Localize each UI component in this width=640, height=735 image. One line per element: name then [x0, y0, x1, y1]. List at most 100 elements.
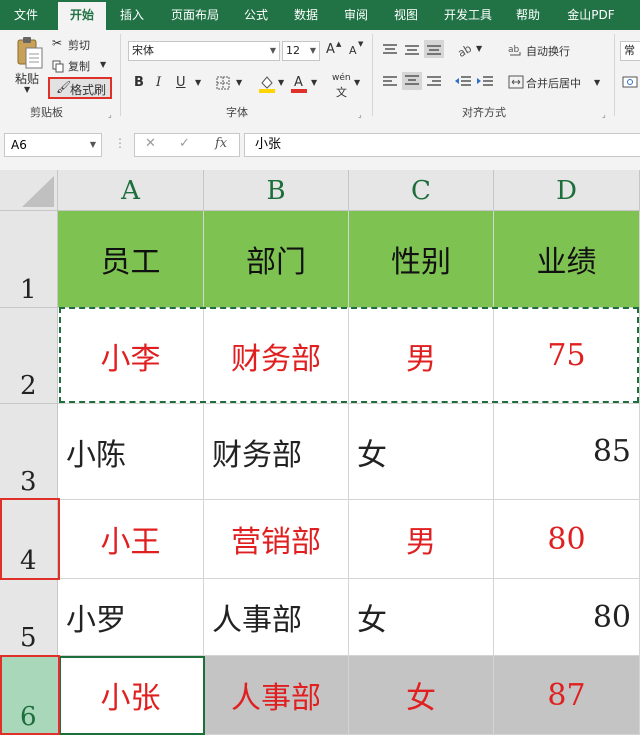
cell-a2[interactable]: 小李: [58, 308, 204, 404]
align-top-icon[interactable]: [382, 42, 398, 56]
phonetic-dropdown-icon[interactable]: ▼: [354, 78, 360, 87]
cell-d1[interactable]: 业绩: [494, 211, 640, 308]
enter-icon[interactable]: ✓: [179, 136, 190, 151]
font-launcher-icon[interactable]: ⌟: [358, 110, 362, 119]
font-name-select[interactable]: 宋体 ▼: [128, 41, 280, 61]
wrap-text-button[interactable]: 自动换行: [526, 43, 570, 59]
fill-color-icon[interactable]: [258, 73, 276, 93]
clipboard-group-label: 剪贴板: [30, 106, 63, 119]
align-right-icon[interactable]: [426, 74, 442, 88]
select-all-corner[interactable]: [0, 170, 58, 211]
merge-dropdown-icon[interactable]: ▼: [594, 78, 600, 87]
chevron-down-icon: ▼: [269, 46, 276, 55]
tab-insert[interactable]: 插入: [112, 0, 152, 30]
tab-help[interactable]: 帮助: [508, 0, 548, 30]
cell-d6[interactable]: 87: [494, 656, 640, 735]
bold-button[interactable]: B: [134, 75, 144, 90]
alignment-launcher-icon[interactable]: ⌟: [602, 110, 606, 119]
cell-d2[interactable]: 75: [494, 308, 640, 404]
row-header-6[interactable]: 6: [0, 656, 58, 735]
tab-view[interactable]: 视图: [386, 0, 426, 30]
number-format-select[interactable]: 常规: [620, 41, 640, 61]
align-middle-icon[interactable]: [404, 42, 420, 56]
paste-icon[interactable]: [14, 36, 44, 70]
tab-kingsoft-pdf[interactable]: 金山PDF: [558, 0, 624, 30]
row-header-5[interactable]: 5: [0, 579, 58, 656]
column-header-b[interactable]: B: [204, 170, 349, 211]
increase-arrow-icon: ▲: [336, 40, 342, 48]
increase-indent-icon[interactable]: [476, 74, 494, 88]
orientation-icon[interactable]: ab: [456, 40, 474, 60]
cell-b6[interactable]: 人事部: [204, 656, 349, 735]
formula-input[interactable]: 小张: [244, 133, 640, 157]
insert-function-icon[interactable]: fx: [215, 136, 227, 151]
clipboard-launcher-icon[interactable]: ⌟: [108, 110, 112, 119]
cell-c4[interactable]: 男: [349, 500, 494, 579]
tab-developer[interactable]: 开发工具: [438, 0, 498, 30]
cell-a3[interactable]: 小陈: [58, 404, 204, 500]
copy-dropdown-icon[interactable]: ▼: [100, 60, 106, 69]
row-header-2[interactable]: 2: [0, 308, 58, 404]
font-color-dropdown-icon[interactable]: ▼: [311, 78, 317, 87]
tab-file[interactable]: 文件: [4, 0, 48, 30]
alignment-group-label: 对齐方式: [462, 106, 506, 119]
phonetic-glyph: 文: [336, 86, 347, 99]
copy-button[interactable]: 复制: [68, 58, 90, 74]
cell-c5[interactable]: 女: [349, 579, 494, 656]
cell-a6[interactable]: 小张: [58, 656, 204, 735]
cut-button[interactable]: 剪切: [68, 37, 90, 53]
tab-data[interactable]: 数据: [286, 0, 326, 30]
paintbrush-icon: 🖌: [56, 80, 72, 94]
currency-icon[interactable]: [622, 74, 638, 88]
cell-c2[interactable]: 男: [349, 308, 494, 404]
cell-a4[interactable]: 小王: [58, 500, 204, 579]
italic-button[interactable]: I: [156, 75, 161, 90]
cancel-icon[interactable]: ✕: [145, 136, 156, 151]
cell-c3[interactable]: 女: [349, 404, 494, 500]
paste-dropdown-icon[interactable]: ▼: [24, 85, 30, 94]
cell-b4[interactable]: 营销部: [204, 500, 349, 579]
underline-button[interactable]: U: [176, 75, 186, 90]
merge-center-button[interactable]: 合并后居中: [526, 75, 581, 91]
cell-d4[interactable]: 80: [494, 500, 640, 579]
cell-b5[interactable]: 人事部: [204, 579, 349, 656]
cell-d3[interactable]: 85: [494, 404, 640, 500]
tab-page-layout[interactable]: 页面布局: [164, 0, 226, 30]
font-size-select[interactable]: 12 ▼: [282, 41, 320, 61]
tab-review[interactable]: 审阅: [336, 0, 376, 30]
cell-b1[interactable]: 部门: [204, 211, 349, 308]
cell-a5[interactable]: 小罗: [58, 579, 204, 656]
underline-dropdown-icon[interactable]: ▼: [195, 78, 201, 87]
cell-c1[interactable]: 性别: [349, 211, 494, 308]
tab-formulas[interactable]: 公式: [236, 0, 276, 30]
format-painter-button[interactable]: 🖌 格式刷: [48, 77, 112, 99]
row-header-4[interactable]: 4: [0, 500, 58, 579]
cell-b2[interactable]: 财务部: [204, 308, 349, 404]
column-header-a[interactable]: A: [58, 170, 204, 211]
column-header-c[interactable]: C: [349, 170, 494, 211]
align-left-icon[interactable]: [382, 74, 398, 88]
align-bottom-icon[interactable]: [424, 40, 444, 58]
borders-icon[interactable]: [215, 75, 231, 91]
name-box[interactable]: A6 ▼: [4, 133, 102, 157]
phonetic-icon[interactable]: wén: [332, 73, 351, 83]
orientation-dropdown-icon[interactable]: ▼: [476, 44, 482, 53]
align-center-icon[interactable]: [402, 72, 422, 90]
formula-buttons: ✕ ✓ fx: [134, 133, 240, 157]
decrease-font-icon[interactable]: A: [349, 44, 357, 57]
cell-d5[interactable]: 80: [494, 579, 640, 656]
font-color-icon[interactable]: A: [290, 73, 308, 93]
scissors-icon: ✂: [52, 36, 63, 50]
copy-icon: [52, 58, 64, 73]
fill-color-dropdown-icon[interactable]: ▼: [278, 78, 284, 87]
decrease-indent-icon[interactable]: [454, 74, 472, 88]
tab-home[interactable]: 开始: [58, 2, 106, 30]
borders-dropdown-icon[interactable]: ▼: [236, 78, 242, 87]
cell-a1[interactable]: 员工: [58, 211, 204, 308]
row-header-3[interactable]: 3: [0, 404, 58, 500]
increase-font-icon[interactable]: A: [326, 42, 335, 57]
cell-b3[interactable]: 财务部: [204, 404, 349, 500]
row-header-1[interactable]: 1: [0, 211, 58, 308]
cell-c6[interactable]: 女: [349, 656, 494, 735]
column-header-d[interactable]: D: [494, 170, 640, 211]
